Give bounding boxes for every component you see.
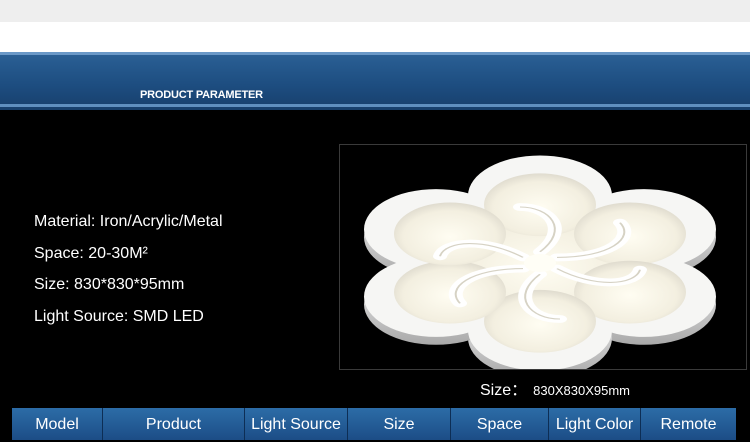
- spec-value: SMD LED: [132, 307, 204, 325]
- size-caption-label: Size：: [480, 382, 528, 399]
- section-title: PRODUCT PARAMETER: [140, 89, 263, 101]
- banner-underline: [0, 104, 750, 107]
- spec-material: Material: Iron/Acrylic/Metal: [34, 211, 223, 243]
- product-photo: [339, 144, 747, 370]
- spec-light-source: Light Source: SMD LED: [34, 306, 223, 338]
- section-banner: PRODUCT PARAMETER: [0, 52, 750, 110]
- spec-label: Space:: [34, 244, 89, 262]
- flower-ceiling-lamp-image: [364, 155, 716, 369]
- spec-label: Light Source:: [34, 307, 133, 325]
- table-header-cell: Space: [451, 408, 549, 440]
- spec-value: 830*830*95mm: [74, 276, 185, 293]
- white-gap: [0, 22, 750, 52]
- table-header-cell: Size: [348, 408, 451, 440]
- spec-space: Space: 20-30M²: [34, 243, 223, 275]
- spec-value: 20-30M²: [88, 244, 148, 262]
- spec-label: Size:: [34, 276, 75, 293]
- table-header-cell: Light Color: [549, 408, 641, 440]
- table-header-cell: Light Source: [245, 408, 348, 440]
- table-header-cell: Remote: [660, 416, 717, 433]
- spec-value: Iron/Acrylic/Metal: [99, 213, 223, 230]
- size-caption: Size： 830X830X95mm: [480, 376, 630, 400]
- spec-list: Material: Iron/Acrylic/Metal Space: 20-3…: [34, 211, 223, 337]
- spec-table-header: Model Product Light Source Size Space Li…: [12, 408, 736, 440]
- table-header-cell: Product: [103, 408, 245, 440]
- spec-size: Size: 830*830*95mm: [34, 274, 223, 306]
- size-caption-value: 830X830X95mm: [533, 383, 630, 398]
- top-strip: [0, 0, 750, 22]
- spec-label: Material:: [34, 213, 100, 230]
- table-header-cell: Model: [12, 408, 103, 440]
